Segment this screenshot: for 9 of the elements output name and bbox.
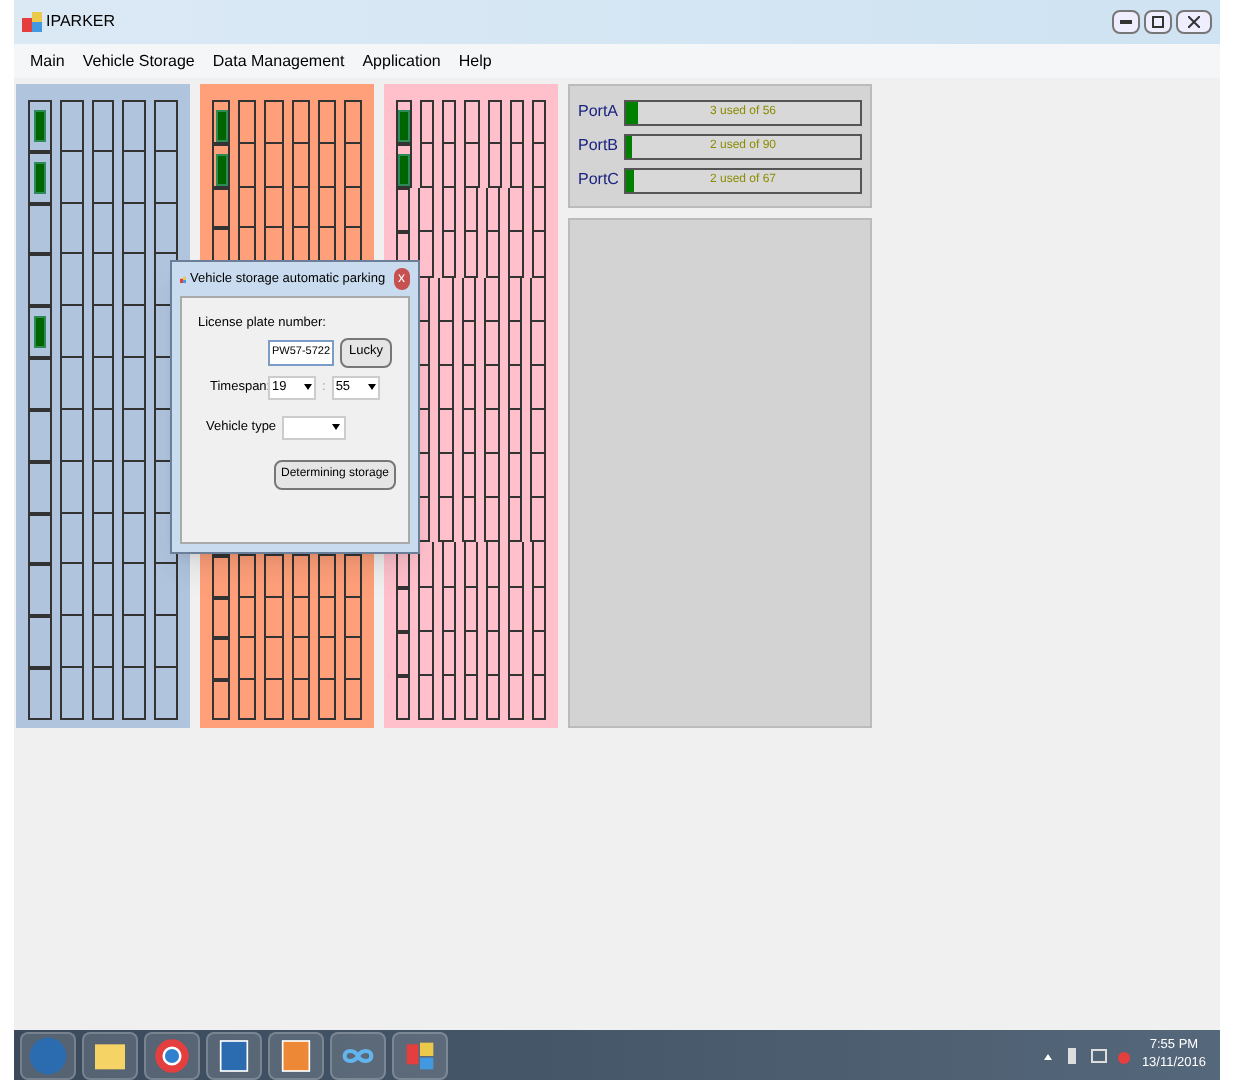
menu-item[interactable]: Data Management bbox=[212, 49, 345, 73]
port-label: PortB bbox=[578, 134, 618, 158]
menu-item[interactable]: Main bbox=[30, 49, 65, 73]
menu-item[interactable]: Vehicle Storage bbox=[82, 49, 195, 73]
port-label: PortC bbox=[578, 168, 618, 192]
port-label: PortA bbox=[578, 100, 618, 124]
menu-item[interactable]: Help bbox=[458, 49, 492, 73]
menu-item[interactable]: Application bbox=[362, 49, 441, 73]
window-title: IPARKER bbox=[46, 10, 116, 34]
